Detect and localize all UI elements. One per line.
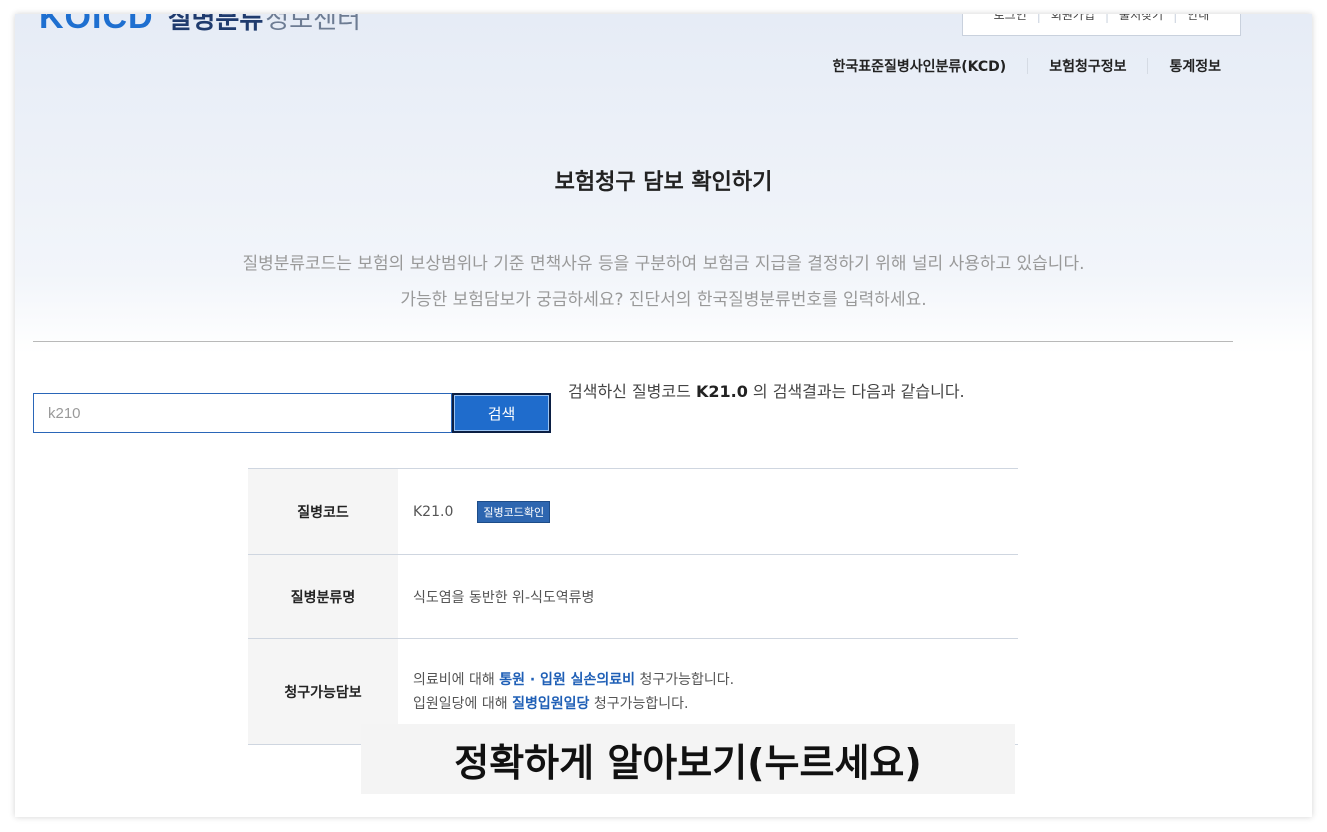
result-message-suffix: 의 검색결과는 다음과 같습니다. [752, 382, 965, 401]
section-divider [33, 341, 1233, 342]
claim-line-2-prefix: 입원일당에 대해 [413, 695, 508, 712]
description-line-1: 질병분류코드는 보험의 보상범위나 기준 면책사유 등을 구분하여 보험금 지급… [242, 254, 1085, 274]
result-message-code: K21.0 [695, 382, 748, 401]
result-table: 질병코드 K21.0 질병코드확인 질병분류명 식도염을 동반한 위-식도역류병… [248, 468, 1018, 745]
table-header-code: 질병코드 [248, 469, 398, 554]
claim-line-1-highlight: 통원 · 입원 실손의료비 [499, 671, 636, 688]
site-logo[interactable]: KOICD 질병분류 정보센터 [39, 14, 361, 36]
table-row-name: 질병분류명 식도염을 동반한 위-식도역류병 [248, 555, 1018, 639]
nav-item-kcd[interactable]: 한국표준질병사인분류(KCD) [811, 56, 1027, 76]
claim-line-2-highlight: 질병입원일당 [512, 695, 590, 712]
table-cell-code: K21.0 질병코드확인 [398, 469, 1018, 554]
logo-name-strong: 질병분류 [167, 14, 264, 35]
check-code-button[interactable]: 질병코드확인 [477, 500, 551, 523]
learn-more-overlay[interactable]: 정확하게 알아보기(누르세요) [361, 724, 1015, 794]
utility-links: 로그인 | 회원가입 | 출처찾기 | 안내 [962, 14, 1241, 36]
util-link-login[interactable]: 로그인 [994, 14, 1027, 23]
nav-item-insurance[interactable]: 보험청구정보 [1028, 56, 1147, 76]
util-link-signup[interactable]: 회원가입 [1051, 14, 1095, 23]
util-separator: | [1104, 14, 1110, 23]
result-message-prefix: 검색하신 질병코드 [568, 382, 691, 401]
disease-name-value: 식도염을 동반한 위-식도역류병 [413, 589, 595, 606]
claim-line-1-prefix: 의료비에 대해 [413, 671, 495, 688]
description-line-2: 가능한 보험담보가 궁금하세요? 진단서의 한국질병분류번호를 입력하세요. [400, 290, 927, 310]
disease-code-input[interactable] [33, 393, 452, 433]
util-separator: | [1173, 14, 1178, 23]
claim-line-medical: 의료비에 대해 통원 · 입원 실손의료비 청구가능합니다. [413, 669, 734, 689]
nav-item-statistics[interactable]: 통계정보 [1148, 56, 1221, 76]
result-message: 검색하신 질병코드 K21.0 의 검색결과는 다음과 같습니다. [568, 378, 965, 402]
util-link-find[interactable]: 출처찾기 [1119, 14, 1163, 23]
util-link-guide[interactable]: 안내 [1187, 14, 1209, 23]
main-nav: 한국표준질병사인분류(KCD) 보험청구정보 통계정보 [811, 56, 1221, 76]
logo-name-light: 정보센터 [265, 14, 361, 35]
page-description: 질병분류코드는 보험의 보상범위나 기준 면책사유 등을 구분하여 보험금 지급… [15, 246, 1312, 318]
claim-line-daily: 입원일당에 대해 질병입원일당 청구가능합니다. [413, 693, 734, 713]
claim-line-1-suffix: 청구가능합니다. [639, 671, 735, 688]
table-header-name: 질병분류명 [248, 555, 398, 638]
table-row-code: 질병코드 K21.0 질병코드확인 [248, 469, 1018, 555]
claim-line-2-suffix: 청구가능합니다. [593, 695, 689, 712]
disease-code-value: K21.0 [413, 503, 454, 520]
page-title: 보험청구 담보 확인하기 [554, 170, 773, 195]
search-button[interactable]: 검색 [452, 393, 551, 433]
claim-lines: 의료비에 대해 통원 · 입원 실손의료비 청구가능합니다. 입원일당에 대해 … [413, 669, 734, 713]
page-frame: KOICD 질병분류 정보센터 로그인 | 회원가입 | 출처찾기 | 안내 한… [15, 14, 1312, 817]
logo-mark: KOICD [39, 14, 154, 36]
util-separator: | [1036, 14, 1041, 23]
